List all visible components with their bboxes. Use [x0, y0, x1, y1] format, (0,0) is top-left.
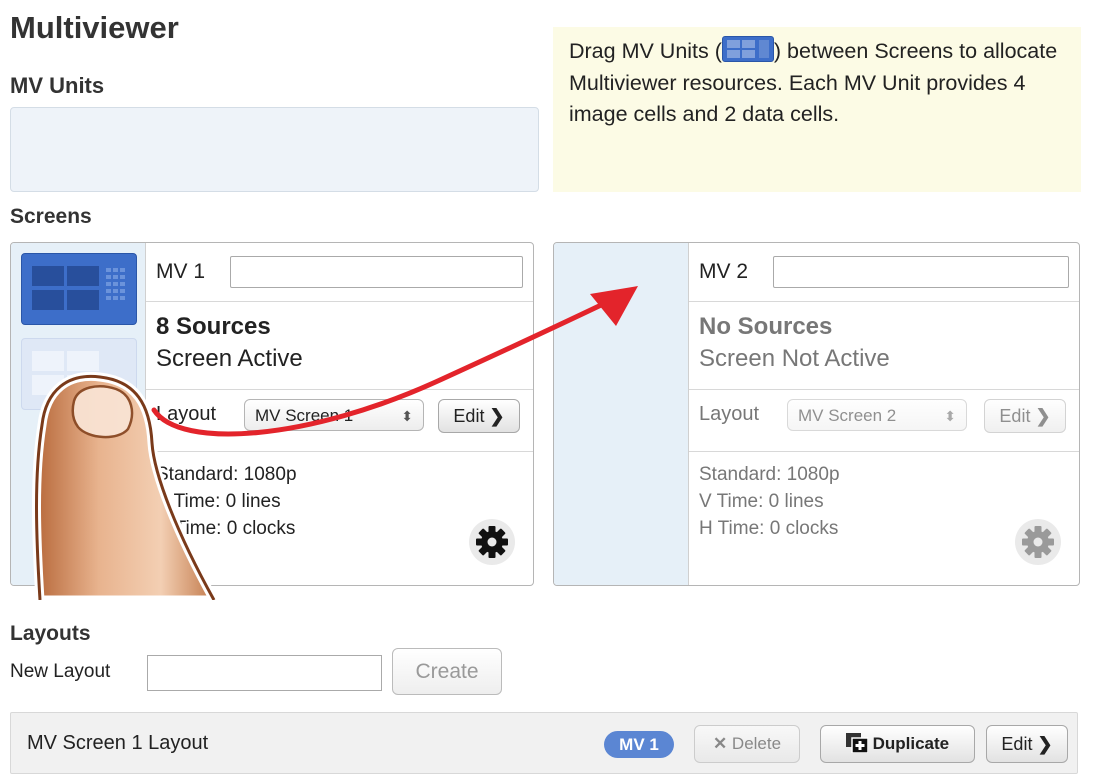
edit-button[interactable]: Edit ❯: [984, 399, 1066, 433]
help-tip-text-start: Drag MV Units (: [569, 39, 722, 63]
mv-unit-icon: [721, 36, 774, 62]
delete-button[interactable]: ✕ Delete: [694, 725, 800, 763]
edit-label: Edit: [999, 406, 1031, 426]
new-layout-label: New Layout: [10, 661, 111, 682]
select-arrows-icon: ⬍: [944, 408, 956, 424]
settings-button[interactable]: [469, 519, 515, 565]
delete-label: Delete: [731, 734, 782, 753]
screen-name-input[interactable]: [773, 256, 1069, 288]
layout-name: MV Screen 1 Layout: [27, 732, 209, 754]
layout-row: MV Screen 1 Layout MV 1 ✕ Delete Duplica…: [10, 712, 1078, 774]
page-title: Multiviewer: [10, 10, 179, 45]
layout-label: Layout: [699, 403, 760, 425]
gear-icon: [476, 526, 508, 558]
create-button[interactable]: Create: [392, 648, 502, 695]
layout-select[interactable]: MV Screen 2 ⬍: [787, 399, 967, 431]
settings-button[interactable]: [1015, 519, 1061, 565]
layout-select-value: MV Screen 2: [798, 406, 897, 425]
mv-units-heading: MV Units: [10, 73, 105, 98]
screen-panel-mv2: MV 2 No Sources Screen Not Active Layout…: [688, 243, 1079, 585]
drag-arrow-icon: [151, 286, 638, 437]
edit-layout-button[interactable]: Edit ❯: [986, 725, 1068, 763]
new-layout-input[interactable]: [147, 655, 382, 691]
screen-badge: MV 1: [604, 731, 674, 758]
gear-icon: [1022, 526, 1054, 558]
chevron-right-icon: ❯: [1035, 406, 1051, 426]
sources-count: No Sources: [699, 313, 833, 340]
duplicate-icon: [845, 730, 869, 754]
duplicate-button[interactable]: Duplicate: [820, 725, 975, 763]
screen-status: Screen Not Active: [699, 345, 890, 372]
help-tip-text: Drag MV Units ( ) between Screens to all…: [569, 36, 1074, 131]
screen-info: Standard: 1080p V Time: 0 lines H Time: …: [699, 461, 840, 542]
h-time-text: H Time: 0 clocks: [699, 518, 839, 539]
close-icon: ✕: [712, 734, 728, 753]
screen-label: MV 2: [699, 260, 749, 283]
duplicate-label: Duplicate: [872, 734, 950, 753]
edit-label: Edit: [1001, 734, 1033, 754]
layouts-heading: Layouts: [10, 622, 91, 645]
standard-text: Standard: 1080p: [699, 464, 840, 485]
mv-unit-icon[interactable]: [21, 253, 137, 325]
v-time-text: V Time: 0 lines: [699, 491, 824, 512]
mv-units-pool[interactable]: [10, 107, 539, 192]
chevron-right-icon: ❯: [1037, 734, 1053, 754]
screens-heading: Screens: [10, 205, 92, 228]
